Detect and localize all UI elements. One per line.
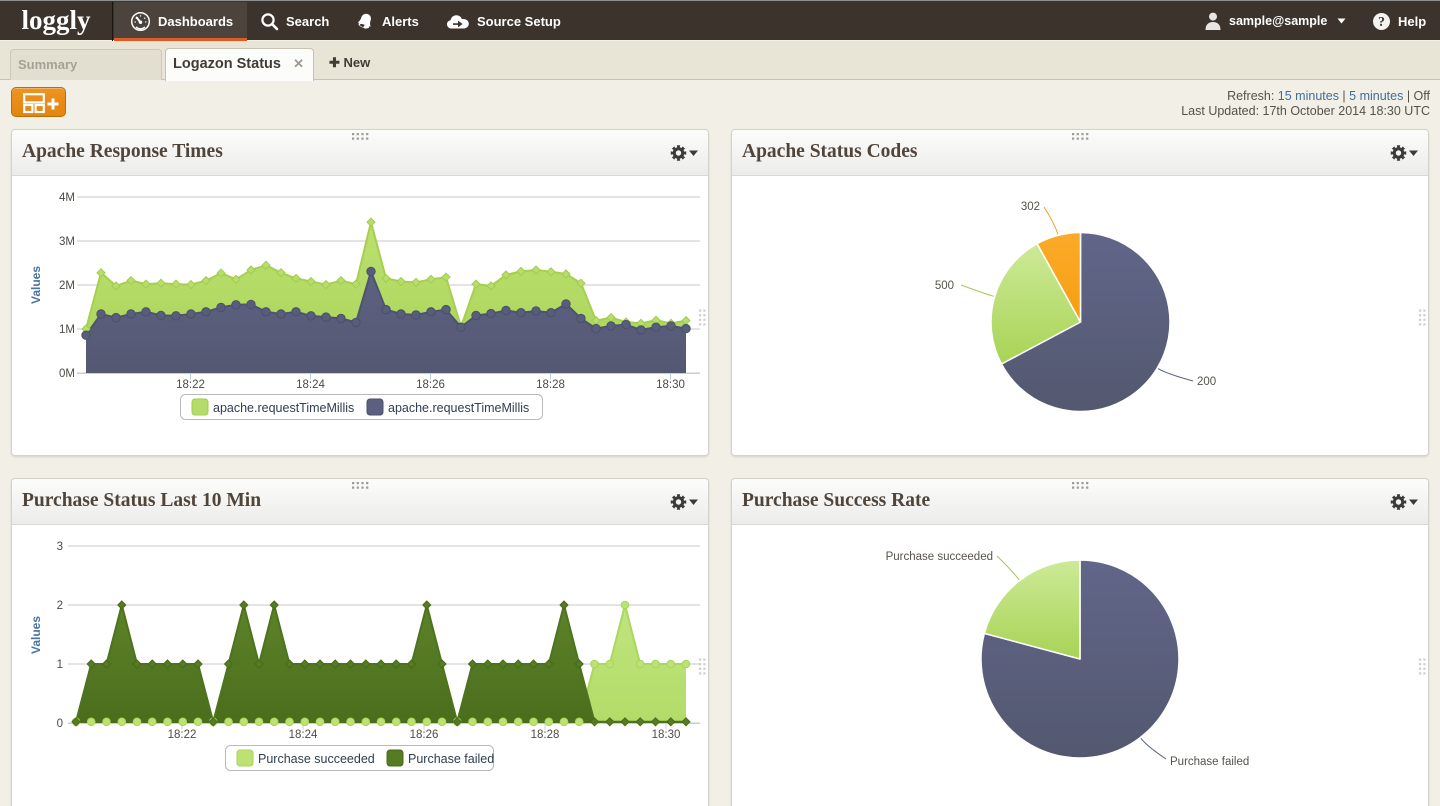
svg-text:3: 3 — [57, 541, 63, 553]
svg-text:18:26: 18:26 — [416, 379, 445, 391]
svg-text:2M: 2M — [59, 280, 75, 292]
svg-text:4M: 4M — [59, 192, 75, 204]
svg-text:3M: 3M — [59, 236, 75, 248]
svg-text:18:22: 18:22 — [176, 379, 205, 391]
svg-text:18:28: 18:28 — [536, 379, 565, 391]
svg-text:18:26: 18:26 — [410, 729, 439, 741]
svg-text:302: 302 — [1021, 201, 1040, 213]
svg-text:Purchase succeeded: Purchase succeeded — [886, 551, 993, 563]
svg-text:Purchase failed: Purchase failed — [408, 752, 494, 766]
svg-text:18:24: 18:24 — [289, 729, 318, 741]
svg-text:Values: Values — [29, 266, 43, 304]
svg-text:200: 200 — [1197, 376, 1216, 388]
svg-text:2: 2 — [57, 600, 63, 612]
svg-text:18:28: 18:28 — [531, 729, 560, 741]
svg-text:18:30: 18:30 — [656, 379, 685, 391]
svg-text:apache.requestTimeMillis: apache.requestTimeMillis — [213, 401, 354, 415]
svg-text:1: 1 — [57, 659, 63, 671]
svg-text:18:22: 18:22 — [168, 729, 197, 741]
svg-text:0: 0 — [57, 718, 63, 730]
svg-text:Values: Values — [29, 616, 43, 654]
svg-text:18:24: 18:24 — [296, 379, 325, 391]
svg-text:18:30: 18:30 — [652, 729, 681, 741]
svg-text:500: 500 — [935, 280, 954, 292]
svg-text:?: ? — [1378, 14, 1385, 29]
svg-text:Purchase succeeded: Purchase succeeded — [258, 752, 375, 766]
svg-text:0M: 0M — [59, 368, 75, 380]
svg-text:Purchase failed: Purchase failed — [1170, 756, 1249, 768]
svg-text:1M: 1M — [59, 324, 75, 336]
svg-text:apache.requestTimeMillis: apache.requestTimeMillis — [388, 401, 529, 415]
